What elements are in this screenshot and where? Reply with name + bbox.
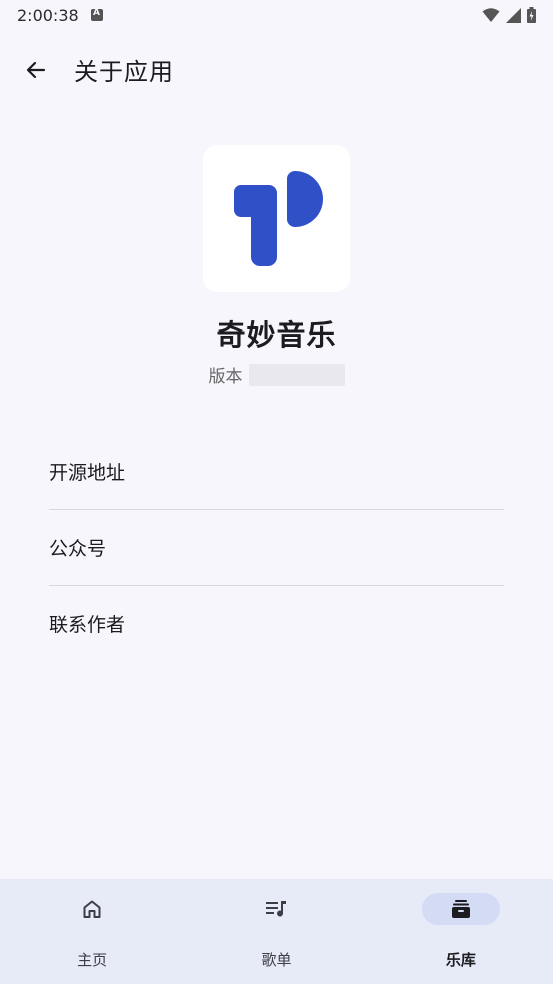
status-time: 2:00:38 [17,6,79,25]
home-icon [83,900,101,918]
menu-item-label: 开源地址 [49,462,126,484]
nav-label-home: 主页 [77,951,108,969]
status-bar: 2:00:38 [0,0,553,32]
wifi-icon [482,8,500,22]
nav-active-indicator [421,893,500,925]
page-title: 关于应用 [74,58,174,86]
back-button[interactable] [14,48,58,92]
menu-item-open-source[interactable]: 开源地址 [49,434,504,509]
nav-item-home[interactable]: 主页 [0,879,184,984]
menu-item-label: 联系作者 [49,614,126,636]
nav-item-playlist[interactable]: 歌单 [184,879,368,984]
top-app-bar: 关于应用 [0,40,553,100]
menu-item-label: 公众号 [49,538,107,560]
nav-item-library[interactable]: 乐库 [369,879,553,984]
version-value [248,363,345,386]
app-logo-icon [234,170,323,266]
nav-icon-container [53,893,131,925]
battery-icon [527,7,536,23]
about-app-screen: 2:00:38 关于应用 [0,0,553,984]
playlist-icon [266,901,287,917]
version-label: 版本 [208,367,243,387]
status-icons [482,7,536,23]
menu-item-official-account[interactable]: 公众号 [49,510,504,585]
bottom-navigation: 主页 歌单 乐库 [0,879,553,984]
about-menu-list: 开源地址 公众号 联系作者 [49,434,504,661]
menu-item-contact-author[interactable]: 联系作者 [49,586,504,661]
signal-icon [506,7,521,23]
library-icon [451,900,470,918]
app-logo [203,145,350,292]
nav-label-library: 乐库 [445,951,476,969]
nav-icon-container [237,893,315,925]
nav-label-playlist: 歌单 [261,951,292,969]
arrow-left-icon [26,61,46,79]
notification-a-icon [91,8,103,21]
version-row: 版本 [0,362,553,387]
app-name: 奇妙音乐 [216,318,337,352]
